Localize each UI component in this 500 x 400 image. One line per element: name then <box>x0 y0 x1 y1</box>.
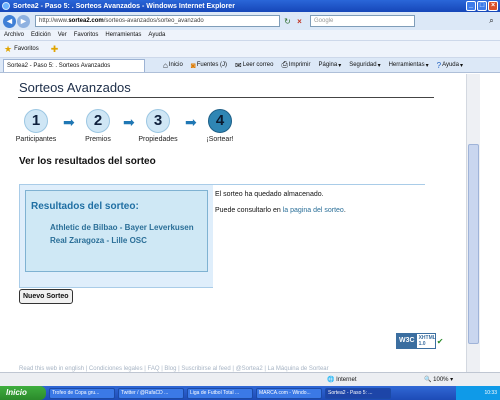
favorites-bar: ★ Favoritos ✚ <box>0 41 500 58</box>
w3c-xhtml-badge[interactable]: W3C XHTML 1.0 ✔ <box>396 333 444 349</box>
consult-message: Puede consultarlo en la pagina del sorte… <box>215 207 346 214</box>
heading-divider <box>18 97 434 98</box>
taskbar-item[interactable]: Twitter / @RafaCD ... <box>118 387 184 399</box>
tab-bar: Sortea2 - Paso 5: . Sorteos Avanzados ⌂ I… <box>0 58 500 73</box>
search-icon[interactable]: ⌕ <box>486 16 497 27</box>
system-tray-clock: 10:33 <box>456 386 500 400</box>
forward-button[interactable]: ► <box>17 14 30 28</box>
page-content: Sorteos Avanzados 1 Participantes ➡ 2 Pr… <box>0 74 466 372</box>
command-bar: ⌂ Inicio ◙ Fuentes (J) ✉ Leer correo ⎙ Impri… <box>163 60 463 70</box>
step-4[interactable]: 4 ¡Sortear! <box>190 109 250 143</box>
match-2: Real Zaragoza - Lille OSC <box>50 236 147 245</box>
favorites-star-icon[interactable]: ★ <box>4 44 12 55</box>
step-4-label: ¡Sortear! <box>206 136 234 143</box>
scrollbar-thumb[interactable] <box>468 144 479 344</box>
command-leer-correo[interactable]: ✉ Leer correo <box>235 61 273 70</box>
step-3[interactable]: 3 Propiedades <box>128 109 188 143</box>
menu-item-ver[interactable]: Ver <box>58 32 67 38</box>
ie-logo-icon <box>2 2 10 10</box>
step-3-label: Propiedades <box>138 136 178 143</box>
url-prefix: http://www. <box>39 18 69 24</box>
new-draw-button[interactable]: Nuevo Sorteo <box>19 289 73 304</box>
search-input[interactable]: Google <box>310 15 415 27</box>
menu-item-archivo[interactable]: Archivo <box>4 32 24 38</box>
command-ayuda[interactable]: ? Ayuda ▾ <box>437 61 463 70</box>
browser-window: Sortea2 - Paso 5: . Sorteos Avanzados - … <box>0 0 500 400</box>
vertical-scrollbar[interactable] <box>466 74 480 372</box>
taskbar: Inicio Trofeo de Copa gru... Twitter / @… <box>0 386 500 400</box>
match-1: Athletic de Bilbao - Bayer Leverkusen <box>50 223 194 232</box>
step-1-label: Participantes <box>15 136 57 143</box>
back-button[interactable]: ◄ <box>3 14 16 28</box>
url-field[interactable]: http://www.sortea2.com/sorteos-avanzados… <box>35 15 280 27</box>
step-2-label: Premios <box>85 136 111 143</box>
step-2-number: 2 <box>86 109 110 133</box>
close-button[interactable]: × <box>488 1 498 11</box>
page-title: Sorteos Avanzados <box>19 80 131 95</box>
command-seguridad[interactable]: Seguridad ▾ <box>349 62 380 69</box>
help-icon: ? <box>436 60 442 70</box>
taskbar-item[interactable]: MARCA.com - Windo... <box>256 387 322 399</box>
address-bar: ◄ ► http://www.sortea2.com/sorteos-avanz… <box>0 12 500 30</box>
w3c-logo: W3C <box>397 334 417 348</box>
taskbar-item[interactable]: Trofeo de Copa gru... <box>49 387 115 399</box>
status-bar: 🌐 Internet 🔍 100% ▾ <box>0 372 500 386</box>
zoom-level[interactable]: 🔍 100% ▾ <box>424 376 453 383</box>
start-button[interactable]: Inicio <box>0 386 46 400</box>
maximize-button[interactable]: □ <box>477 1 487 11</box>
results-heading: Ver los resultados del sorteo <box>19 156 156 167</box>
url-path: /sorteos-avanzados/sorteo_avanzado <box>103 18 204 24</box>
taskbar-item[interactable]: Sortea2 - Paso 5: ... <box>325 387 391 399</box>
window-controls: _ □ × <box>466 1 498 11</box>
step-3-number: 3 <box>146 109 170 133</box>
minimize-button[interactable]: _ <box>466 1 476 11</box>
step-2[interactable]: 2 Premios <box>68 109 128 143</box>
favorites-button[interactable]: Favoritos <box>14 46 39 52</box>
feeds-icon: ◙ <box>190 60 196 70</box>
command-fuentes[interactable]: ◙ Fuentes (J) <box>191 61 227 70</box>
results-panel: Resultados del sorteo: Athletic de Bilba… <box>25 190 208 272</box>
step-1[interactable]: 1 Participantes <box>6 109 66 143</box>
step-4-number: 4 <box>208 109 232 133</box>
home-icon: ⌂ <box>163 60 168 70</box>
title-bar: Sortea2 - Paso 5: . Sorteos Avanzados - … <box>0 0 500 12</box>
add-favorite-icon[interactable]: ✚ <box>51 44 59 55</box>
info-panel: El sorteo ha quedado almacenado. Puede c… <box>213 185 425 288</box>
draw-page-link[interactable]: la pagina del sorteo <box>283 207 344 214</box>
menu-item-favoritos[interactable]: Favoritos <box>74 32 99 38</box>
taskbar-item[interactable]: Liga de Futbol Total ... <box>187 387 253 399</box>
results-box: Resultados del sorteo: Athletic de Bilba… <box>19 184 425 288</box>
stop-icon[interactable]: × <box>295 17 304 26</box>
check-icon: ✔ <box>436 336 444 346</box>
refresh-icon[interactable]: ↻ <box>283 17 292 26</box>
menu-item-ayuda[interactable]: Ayuda <box>148 32 165 38</box>
menu-item-edicion[interactable]: Edición <box>31 32 51 38</box>
mail-icon: ✉ <box>235 60 242 70</box>
xhtml-label: XHTML 1.0 <box>418 335 436 347</box>
command-herramientas[interactable]: Herramientas ▾ <box>389 62 429 69</box>
tab-sortea2[interactable]: Sortea2 - Paso 5: . Sorteos Avanzados <box>3 58 145 72</box>
menu-bar: Archivo Edición Ver Favoritos Herramient… <box>0 30 500 41</box>
window-title: Sortea2 - Paso 5: . Sorteos Avanzados - … <box>13 2 235 10</box>
url-domain: sortea2.com <box>68 18 104 24</box>
results-title: Resultados del sorteo: <box>31 201 139 212</box>
saved-message: El sorteo ha quedado almacenado. <box>215 191 324 198</box>
menu-item-herramientas[interactable]: Herramientas <box>105 32 141 38</box>
command-imprimir[interactable]: ⎙ Imprimir <box>281 60 310 70</box>
step-1-number: 1 <box>24 109 48 133</box>
command-pagina[interactable]: Página ▾ <box>319 62 342 69</box>
security-zone: 🌐 Internet <box>327 377 357 383</box>
print-icon: ⎙ <box>281 60 288 69</box>
command-inicio[interactable]: ⌂ Inicio <box>163 61 183 70</box>
